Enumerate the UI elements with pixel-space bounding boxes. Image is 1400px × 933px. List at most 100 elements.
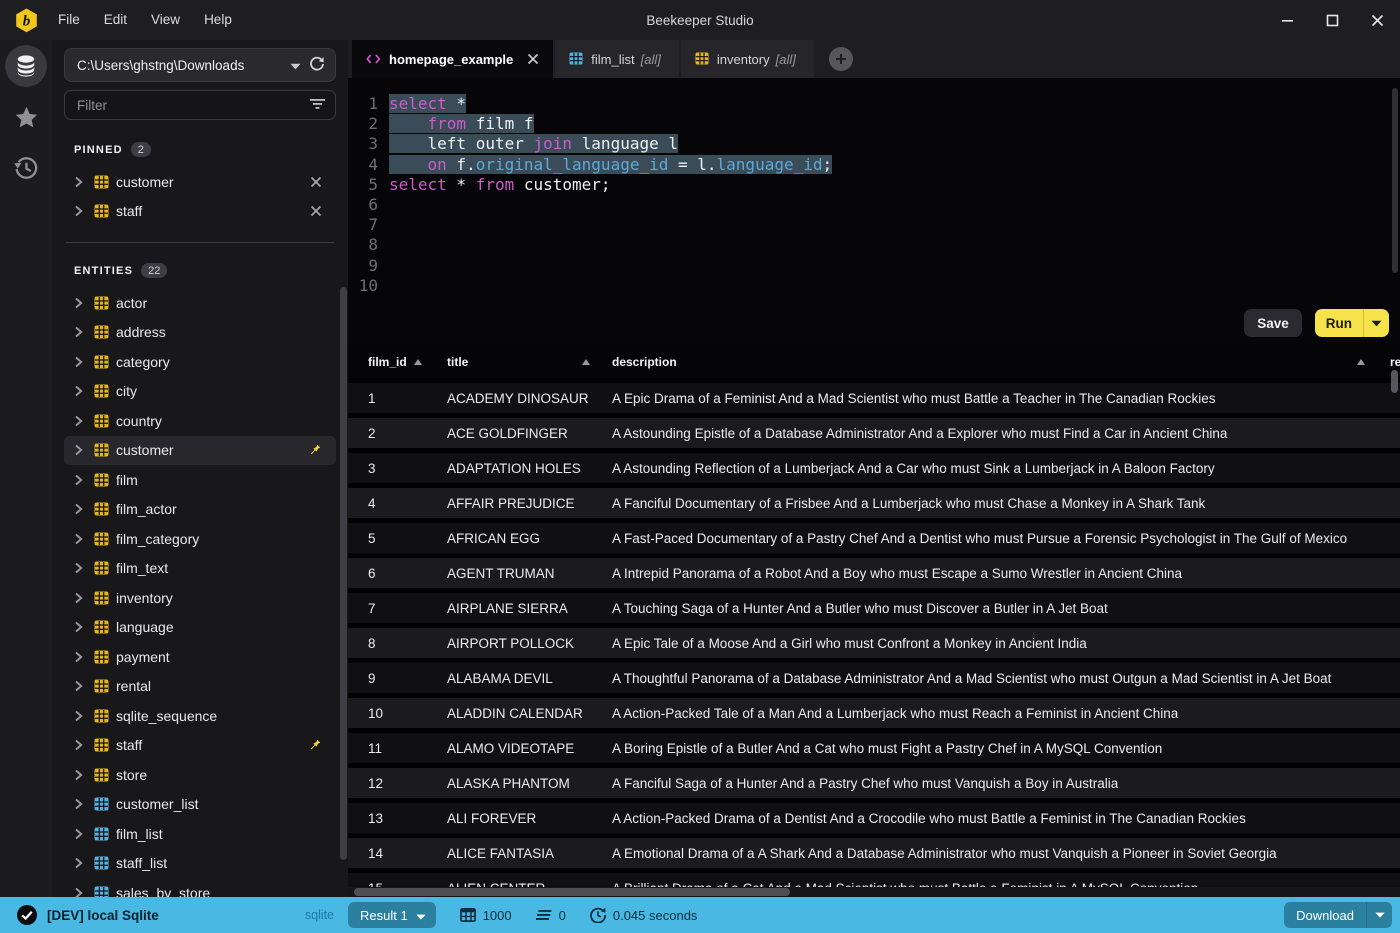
- menu-view[interactable]: View: [139, 0, 192, 40]
- entity-item-customer_list[interactable]: customer_list: [64, 790, 336, 820]
- entity-item-sales_by_store[interactable]: sales_by_store: [64, 878, 336, 897]
- entity-item-staff_list[interactable]: staff_list: [64, 849, 336, 879]
- tab-homepage_example[interactable]: homepage_example: [352, 40, 554, 78]
- caret-down-icon: [1374, 912, 1385, 918]
- entity-item-payment[interactable]: payment: [64, 642, 336, 672]
- favorites-nav-button[interactable]: [5, 96, 47, 138]
- entity-item-language[interactable]: language: [64, 613, 336, 643]
- titlebar: b File Edit View Help Beekeeper Studio: [0, 0, 1400, 40]
- close-tab-button[interactable]: [527, 53, 539, 65]
- entity-item-film_text[interactable]: film_text: [64, 554, 336, 584]
- filter-input[interactable]: [77, 97, 310, 113]
- table-row-3[interactable]: 3 ADAPTATION HOLES A Astounding Reflection…: [348, 453, 1400, 483]
- menu-edit[interactable]: Edit: [92, 0, 139, 40]
- pinned-item-customer[interactable]: customer: [64, 167, 336, 197]
- tab-inventory[interactable]: inventory [all]: [680, 40, 814, 78]
- table-grid-icon: [94, 325, 109, 339]
- cell-description: A Astounding Reflection of a Lumberjack …: [612, 460, 1215, 476]
- entity-item-city[interactable]: city: [64, 377, 336, 407]
- line-number: 8: [368, 235, 378, 255]
- sort-asc-icon[interactable]: [582, 358, 590, 365]
- table-row-13[interactable]: 13 ALI FOREVER A Action-Packed Drama of a …: [348, 803, 1400, 833]
- column-header-description[interactable]: description: [612, 355, 1372, 369]
- entity-item-address[interactable]: address: [64, 318, 336, 348]
- database-nav-button[interactable]: [5, 45, 47, 87]
- table-row-1[interactable]: 1 ACADEMY DINOSAUR A Epic Drama of a Femin…: [348, 383, 1400, 413]
- new-tab-button[interactable]: [828, 47, 853, 71]
- entity-item-store[interactable]: store: [64, 760, 336, 790]
- table-row-7[interactable]: 7 AIRPLANE SIERRA A Touching Saga of a Hun…: [348, 593, 1400, 623]
- unpin-button[interactable]: [310, 205, 322, 217]
- table-grid-icon: [695, 52, 709, 66]
- filter-icon[interactable]: [310, 98, 325, 113]
- entity-item-rental[interactable]: rental: [64, 672, 336, 702]
- sort-asc-icon[interactable]: [1357, 358, 1365, 365]
- editor-scrollbar[interactable]: [1392, 88, 1398, 273]
- results-header: film_id title description release_year: [348, 345, 1400, 378]
- history-nav-button[interactable]: [5, 147, 47, 189]
- save-button[interactable]: Save: [1244, 309, 1302, 337]
- run-button[interactable]: Run: [1314, 309, 1363, 337]
- table-row-8[interactable]: 8 AIRPORT POLLOCK A Epic Tale of a Moose A…: [348, 628, 1400, 658]
- table-row-11[interactable]: 11 ALAMO VIDEOTAPE A Boring Epistle of a B…: [348, 733, 1400, 763]
- pinned-item-staff[interactable]: staff: [64, 197, 336, 227]
- table-row-10[interactable]: 10 ALADDIN CALENDAR A Action-Packed Tale o…: [348, 698, 1400, 728]
- column-header-release_year[interactable]: release_year: [1372, 355, 1400, 369]
- table-grid-icon: [94, 473, 109, 487]
- connection-selector[interactable]: C:\Users\ghstng\Downloads: [64, 48, 336, 82]
- menu-help[interactable]: Help: [192, 0, 244, 40]
- sidebar-scrollbar[interactable]: [340, 287, 347, 860]
- sort-asc-icon[interactable]: [413, 358, 422, 365]
- left-rail: [0, 40, 52, 897]
- chevron-right-icon: [75, 356, 83, 367]
- cell-film-id: 9: [368, 670, 376, 686]
- pin-icon: [310, 445, 321, 455]
- refresh-icon[interactable]: [309, 56, 325, 75]
- entity-item-label: store: [116, 766, 148, 783]
- download-options-caret[interactable]: [1366, 902, 1392, 928]
- sql-editor[interactable]: 1 select * 2 from film f3 left outer join …: [348, 78, 1400, 345]
- results-vertical-scrollbar[interactable]: [1391, 370, 1398, 393]
- maximize-button[interactable]: [1310, 0, 1355, 40]
- entity-item-sqlite_sequence[interactable]: sqlite_sequence: [64, 701, 336, 731]
- column-header-film_id[interactable]: film_id: [348, 355, 447, 369]
- close-window-button[interactable]: [1355, 0, 1400, 40]
- elapsed-time-icon: [590, 907, 606, 923]
- results-horizontal-scrollbar[interactable]: [354, 888, 790, 896]
- entity-item-staff[interactable]: staff: [64, 731, 336, 761]
- unpin-button[interactable]: [310, 176, 322, 188]
- menubar: File Edit View Help: [46, 0, 244, 40]
- entity-item-category[interactable]: category: [64, 347, 336, 377]
- entity-item-film_actor[interactable]: film_actor: [64, 495, 336, 525]
- pinned-count-badge: 2: [130, 142, 151, 157]
- minimize-button[interactable]: [1265, 0, 1310, 40]
- entity-item-film[interactable]: film: [64, 465, 336, 495]
- entity-item-customer[interactable]: customer: [64, 435, 336, 465]
- table-row-9[interactable]: 9 ALABAMA DEVIL A Thoughtful Panorama of a…: [348, 663, 1400, 693]
- entity-item-label: country: [116, 412, 162, 429]
- cell-description: A Boring Epistle of a Butler And a Cat w…: [612, 740, 1163, 756]
- entity-item-actor[interactable]: actor: [64, 288, 336, 318]
- entity-item-inventory[interactable]: inventory: [64, 583, 336, 613]
- table-row-2[interactable]: 2 ACE GOLDFINGER A Astounding Epistle of a…: [348, 418, 1400, 448]
- download-button[interactable]: Download: [1284, 902, 1366, 928]
- result-selector[interactable]: Result 1: [348, 902, 436, 928]
- table-row-14[interactable]: 14 ALICE FANTASIA A Emotional Drama of a A…: [348, 838, 1400, 868]
- entity-item-country[interactable]: country: [64, 406, 336, 436]
- table-grid-icon: [94, 886, 109, 897]
- tab-bar: homepage_example film_list [all] inventory […: [348, 40, 1400, 78]
- table-row-4[interactable]: 4 AFFAIR PREJUDICE A Fanciful Documentary …: [348, 488, 1400, 518]
- column-header-title[interactable]: title: [447, 355, 612, 369]
- close-icon: [528, 53, 539, 65]
- run-options-caret[interactable]: [1363, 309, 1389, 337]
- entity-item-film_category[interactable]: film_category: [64, 524, 336, 554]
- entity-item-label: sqlite_sequence: [116, 707, 218, 724]
- table-grid-icon: [94, 679, 109, 693]
- tab-film_list[interactable]: film_list [all]: [555, 40, 679, 78]
- table-row-12[interactable]: 12 ALASKA PHANTOM A Fanciful Saga of a Hun…: [348, 768, 1400, 798]
- entity-item-film_list[interactable]: film_list: [64, 819, 336, 849]
- chevron-right-icon: [75, 206, 83, 217]
- table-row-5[interactable]: 5 AFRICAN EGG A Fast-Paced Documentary of …: [348, 523, 1400, 553]
- table-row-6[interactable]: 6 AGENT TRUMAN A Intrepid Panorama of a Ro…: [348, 558, 1400, 588]
- menu-file[interactable]: File: [46, 0, 92, 40]
